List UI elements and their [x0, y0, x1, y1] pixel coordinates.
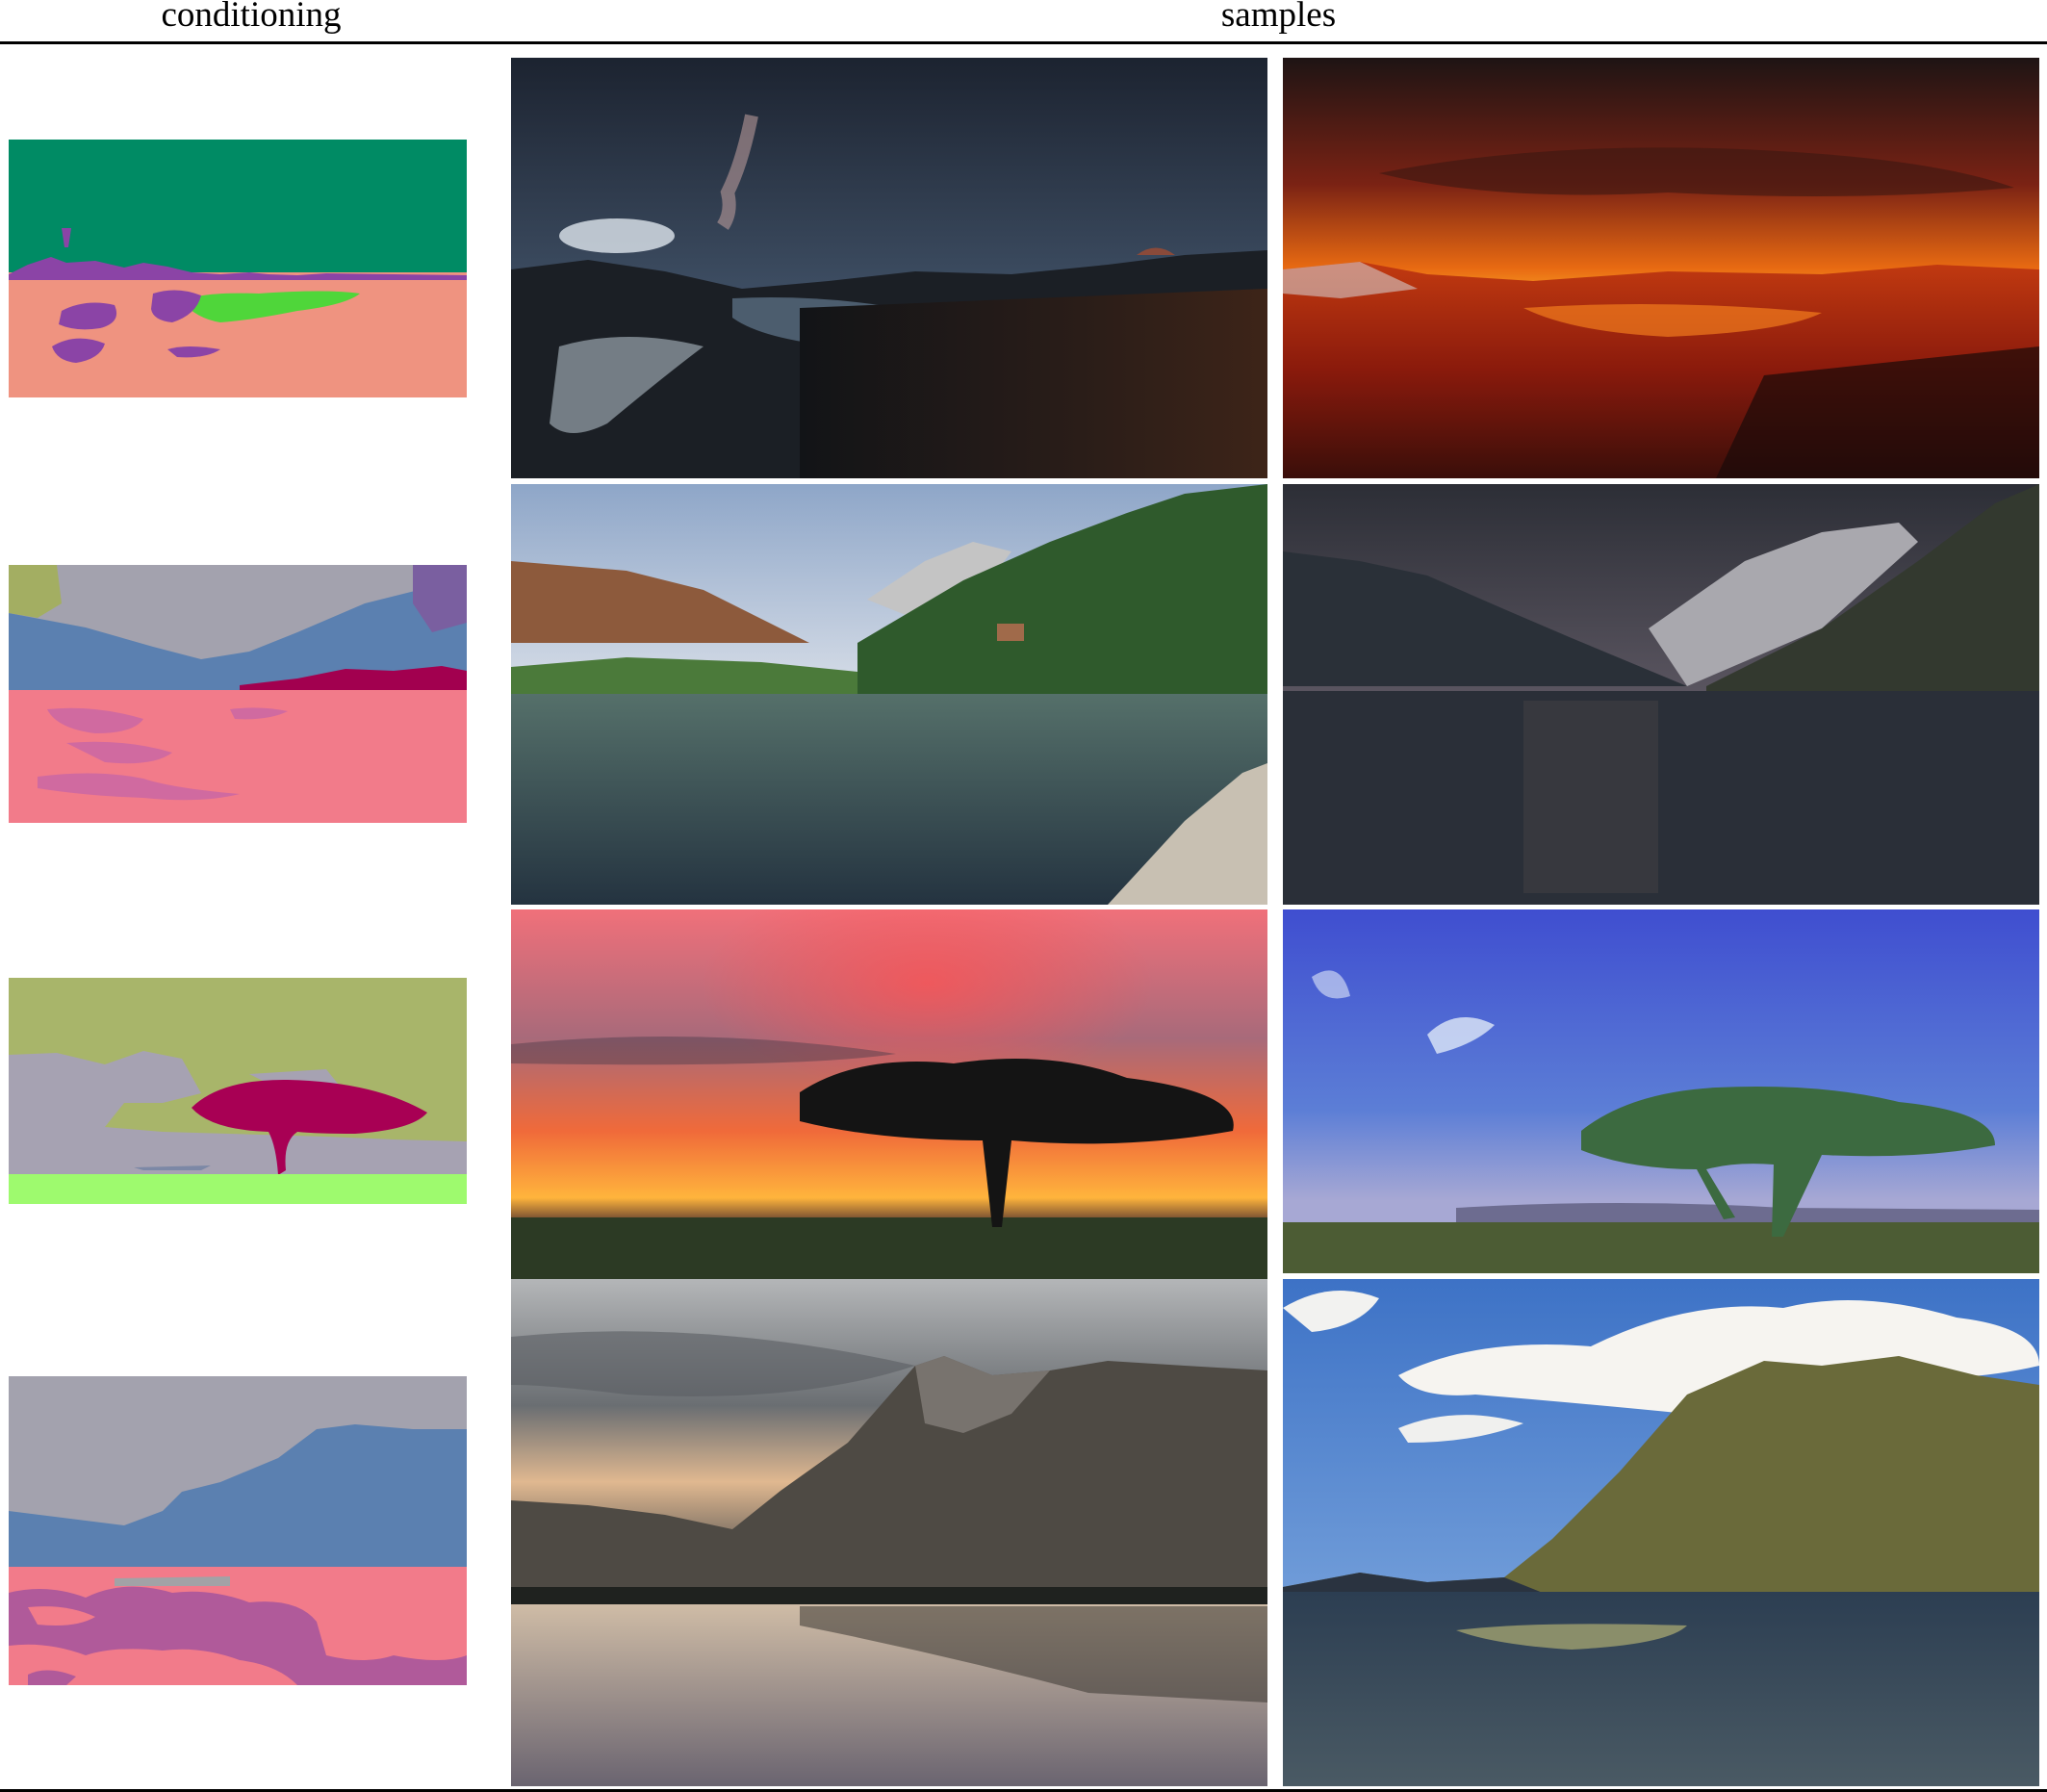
sample-red-sunset-volcanic: [1283, 58, 2039, 478]
conditioning-map-3: [9, 978, 467, 1204]
sample-night-sky-lake: [511, 58, 1267, 478]
sample-mountain-reflection: [511, 1279, 1267, 1786]
sample-mountain-lake-day: [511, 484, 1267, 905]
conditioning-map-2: [9, 565, 467, 823]
sample-blue-sky-tree: [1283, 909, 2039, 1273]
conditioning-map-4: [9, 1376, 467, 1685]
top-rule: [0, 41, 2047, 44]
column-header-samples: samples: [1220, 0, 1337, 35]
sample-cloudy-mountain-lake: [1283, 1279, 2039, 1786]
sample-sunset-tree-silhouette: [511, 909, 1267, 1279]
column-header-conditioning: conditioning: [161, 0, 342, 35]
sample-dark-fjord: [1283, 484, 2039, 905]
conditioning-map-1: [9, 140, 467, 397]
